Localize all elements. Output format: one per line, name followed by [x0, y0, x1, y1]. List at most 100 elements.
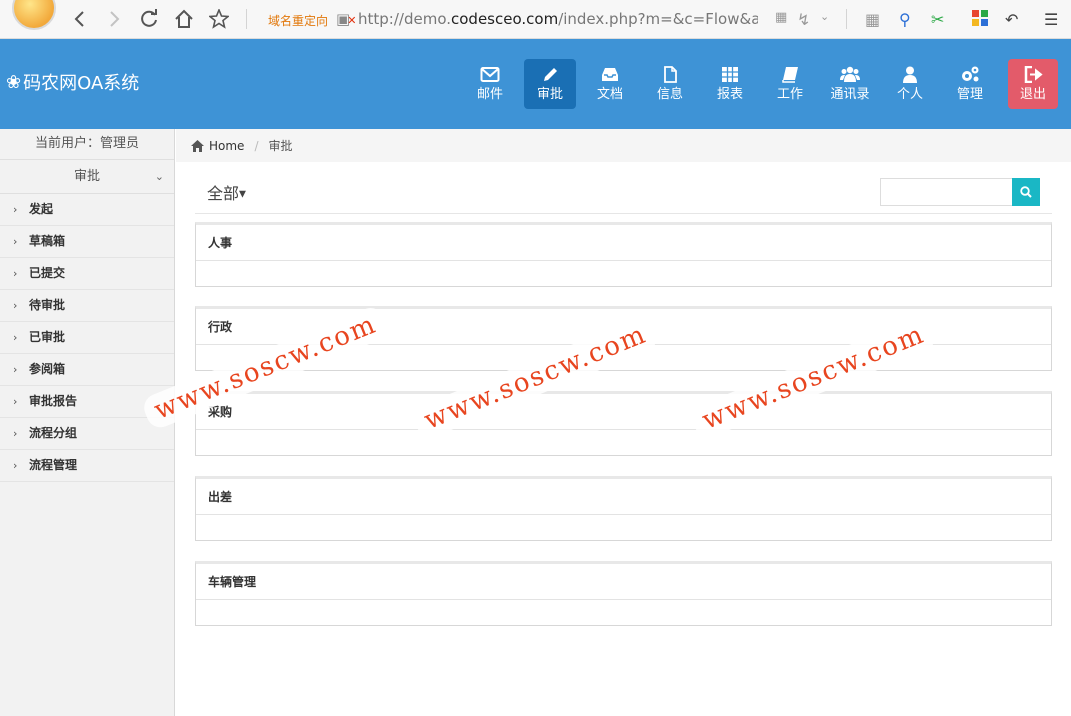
filter-dropdown[interactable]: 全部▼	[207, 180, 246, 204]
sidebar-group-approval[interactable]: 审批 ⌄	[0, 160, 174, 194]
chevron-right-icon: ›	[13, 331, 18, 344]
chevron-down-icon: ⌄	[154, 170, 164, 183]
sidebar-item-label: 审批报告	[29, 394, 78, 408]
home-icon	[191, 139, 204, 152]
nav-label: 报表	[716, 87, 743, 102]
nav-reports[interactable]: 报表	[704, 59, 756, 109]
pencil-icon	[544, 68, 557, 81]
sidebar-item-report[interactable]: › 审批报告	[0, 386, 174, 418]
chevron-right-icon: ›	[13, 299, 18, 312]
reload-icon[interactable]	[138, 8, 160, 30]
chevron-right-icon: ›	[13, 267, 18, 280]
sidebar-item-cc-box[interactable]: › 参阅箱	[0, 354, 174, 386]
sidebar-item-approved[interactable]: › 已审批	[0, 322, 174, 354]
undo-icon[interactable]: ↶	[1005, 10, 1018, 29]
brand-title: 码农网OA系统	[23, 73, 140, 94]
browser-logo-icon	[12, 0, 56, 30]
nav-mail[interactable]: 邮件	[464, 59, 516, 109]
current-user: 当前用户：管理员	[0, 129, 174, 160]
menu-icon[interactable]: ☰	[1044, 10, 1058, 29]
panel-title: 人事	[196, 225, 1051, 261]
nav-logout[interactable]: 退出	[1008, 59, 1058, 109]
nav-approval[interactable]: 审批	[524, 59, 576, 109]
envelope-icon	[480, 67, 500, 82]
url-prefix: http://demo.	[358, 10, 451, 28]
url-domain: codesceo.com	[451, 10, 559, 28]
nav-label: 邮件	[476, 87, 503, 102]
chevron-right-icon: ›	[13, 427, 18, 440]
sidebar-item-label: 流程管理	[29, 458, 78, 472]
sidebar-item-start[interactable]: › 发起	[0, 194, 174, 226]
nav-info[interactable]: 信息	[644, 59, 696, 109]
breadcrumb-separator: /	[254, 138, 259, 153]
nav-label: 通讯录	[830, 87, 870, 102]
forward-icon[interactable]	[104, 8, 126, 30]
nav-label: 信息	[656, 87, 683, 102]
chevron-down-icon[interactable]: ⌄	[820, 10, 829, 23]
sidebar-item-label: 待审批	[29, 298, 66, 312]
flow-group-panel: 采购	[195, 391, 1052, 456]
filter-label: 全部	[207, 184, 240, 203]
nav-admin[interactable]: 管理	[944, 59, 996, 109]
sidebar-item-label: 草稿箱	[29, 234, 66, 248]
toolbar-divider	[846, 9, 847, 29]
nav-label: 审批	[536, 87, 563, 102]
breadcrumb-home[interactable]: Home	[209, 139, 244, 153]
url-suffix: /index.php?m=&c=Flow&a=inde	[558, 10, 758, 28]
back-icon[interactable]	[68, 8, 90, 30]
inbox-icon	[602, 68, 618, 81]
star-icon[interactable]	[208, 8, 230, 30]
chevron-right-icon: ›	[13, 363, 18, 376]
sidebar-item-flow-management[interactable]: › 流程管理	[0, 450, 174, 482]
sidebar-item-label: 已提交	[29, 266, 66, 280]
sidebar-item-label: 已审批	[29, 330, 66, 344]
user-icon	[903, 66, 917, 83]
gears-icon	[962, 66, 979, 82]
nav-contacts[interactable]: 通讯录	[824, 59, 876, 109]
file-icon	[664, 66, 677, 83]
content-divider	[195, 213, 1052, 214]
table-icon	[722, 67, 738, 82]
book-icon	[782, 67, 798, 83]
chevron-right-icon: ›	[13, 395, 18, 408]
nav-work[interactable]: 工作	[764, 59, 816, 109]
users-icon	[840, 66, 860, 82]
sidebar-item-flow-groups[interactable]: › 流程分组	[0, 418, 174, 450]
nav-label: 退出	[1019, 87, 1046, 102]
app-header: ❀ 码农网OA系统 邮件 审批 文档 信息 报表 工作 通讯录 个人 管理 退出	[0, 39, 1071, 129]
insecure-cert-icon[interactable]: ▣✕	[336, 10, 356, 28]
sign-out-icon	[1024, 66, 1043, 83]
caret-down-icon: ▼	[239, 189, 246, 200]
brand[interactable]: ❀ 码农网OA系统	[6, 69, 139, 95]
browser-toolbar: 域名重定向 ▣✕ http://demo.codesceo.com/index.…	[0, 0, 1071, 39]
screenshot-icon[interactable]: ▦	[865, 10, 880, 29]
search-button[interactable]	[1012, 178, 1040, 206]
magnifier-icon[interactable]: ⚲	[899, 10, 911, 29]
chevron-right-icon: ›	[13, 459, 18, 472]
flow-group-panel: 人事	[195, 222, 1052, 287]
panel-title: 出差	[196, 479, 1051, 515]
redirect-badge[interactable]: 域名重定向	[268, 12, 328, 29]
nav-personal[interactable]: 个人	[884, 59, 936, 109]
home-icon[interactable]	[173, 8, 195, 30]
lightning-icon[interactable]: ↯	[797, 10, 810, 29]
sidebar-item-submitted[interactable]: › 已提交	[0, 258, 174, 290]
search-input[interactable]	[880, 178, 1012, 206]
sidebar-item-label: 参阅箱	[29, 362, 66, 376]
chevron-right-icon: ›	[13, 203, 18, 216]
sidebar-item-drafts[interactable]: › 草稿箱	[0, 226, 174, 258]
nav-documents[interactable]: 文档	[584, 59, 636, 109]
breadcrumb-current: 审批	[268, 139, 293, 153]
apps-icon[interactable]	[972, 10, 988, 30]
nav-label: 管理	[956, 87, 983, 102]
flow-group-panel: 行政	[195, 306, 1052, 371]
chevron-right-icon: ›	[13, 235, 18, 248]
scissors-icon[interactable]: ✂	[931, 10, 944, 29]
search-box	[880, 178, 1040, 206]
toolbar-divider	[246, 9, 247, 29]
breadcrumb: Home / 审批	[176, 129, 1071, 162]
sidebar-item-pending[interactable]: › 待审批	[0, 290, 174, 322]
leaf-icon: ❀	[6, 71, 22, 93]
address-bar[interactable]: http://demo.codesceo.com/index.php?m=&c=…	[358, 10, 758, 28]
qr-code-icon[interactable]: ▦	[775, 10, 787, 25]
